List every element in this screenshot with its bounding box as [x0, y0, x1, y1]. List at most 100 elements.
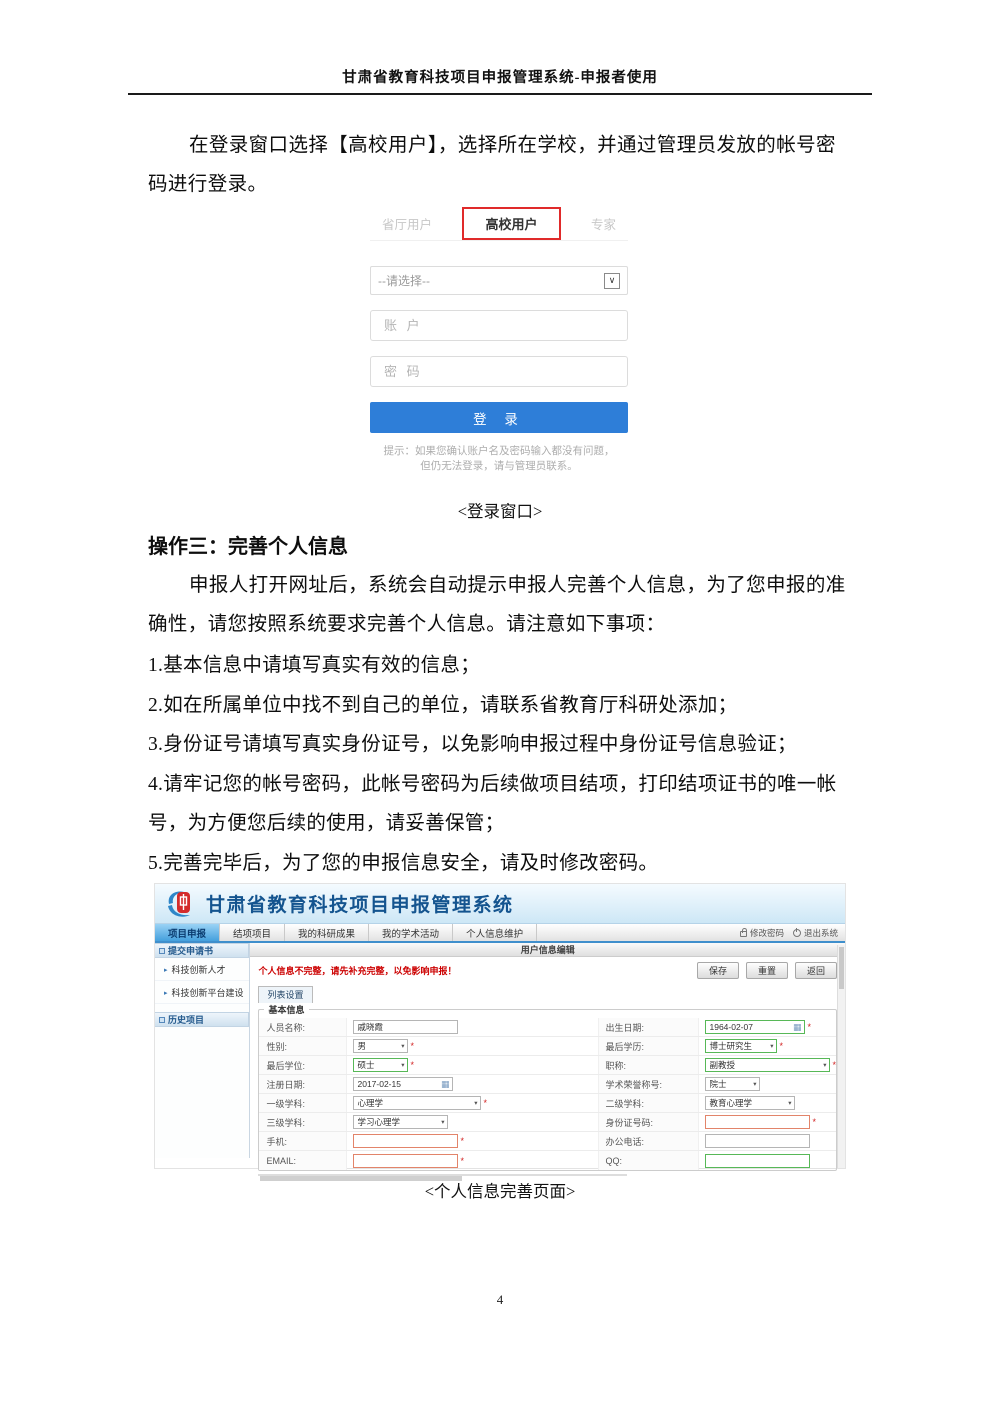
chevron-down-icon: ▾ [823, 1061, 826, 1069]
education-select[interactable]: 博士研究生 ▾ [705, 1039, 777, 1053]
triangle-bullet-icon: ▸ [164, 966, 168, 974]
logout-link[interactable]: 退出系统 [793, 927, 838, 939]
discipline3-select[interactable]: 学习心理学 ▾ [353, 1115, 448, 1129]
idcard-input[interactable] [705, 1115, 810, 1129]
discipline1-value: 心理学 [357, 1097, 383, 1109]
change-password-label: 修改密码 [750, 927, 784, 939]
reset-button[interactable]: 重置 [746, 962, 788, 979]
app-nav-bar: 项目申报 结项项目 我的科研成果 我的学术活动 个人信息维护 修改密码 退出系统 [155, 924, 845, 943]
form-row: 一级学科: 心理学 ▾ * 二级学科: 教育心理学 ▾ [259, 1094, 836, 1113]
field-label-office-phone: 办公电话: [599, 1132, 699, 1150]
nav-tab-project-closing[interactable]: 结项项目 [220, 924, 285, 941]
document-header-title: 甘肃省教育科技项目申报管理系统-申报者使用 [0, 66, 1000, 87]
nav-right-links: 修改密码 退出系统 [740, 924, 845, 941]
field-label-discipline2: 二级学科: [599, 1094, 699, 1112]
required-asterisk: * [832, 1060, 836, 1070]
sidebar-item-innovation-talent[interactable]: ▸ 科技创新人才 [155, 958, 249, 981]
nav-tab-personal-info[interactable]: 个人信息维护 [453, 924, 537, 941]
school-select[interactable]: --请选择-- ∨ [370, 266, 628, 295]
birthdate-input[interactable]: 1964-02-07 ▦ [705, 1020, 805, 1034]
office-phone-input[interactable] [705, 1134, 810, 1148]
note-item: 2.如在所属单位中找不到自己的单位，请联系省教育厅科研处添加； [148, 686, 860, 726]
discipline2-value: 教育心理学 [709, 1097, 752, 1109]
login-hint-line1: 提示：如果您确认账户名及密码输入都没有问题， [370, 444, 628, 459]
form-row: EMAIL: * QQ: [259, 1151, 836, 1170]
basic-info-legend: 基本信息 [264, 1003, 308, 1016]
note-item: 5.完善完毕后，为了您的申报信息安全，请及时修改密码。 [148, 844, 860, 884]
birthdate-value: 1964-02-07 [709, 1022, 752, 1032]
mobile-input[interactable] [353, 1134, 458, 1148]
nav-tab-project-apply[interactable]: 项目申报 [155, 924, 220, 941]
form-row: 最后学位: 硕士 ▾ * 职称: 副教授 ▾ * [259, 1056, 836, 1075]
discipline1-select[interactable]: 心理学 ▾ [353, 1096, 481, 1110]
field-label-honor: 学术荣誉称号: [599, 1075, 699, 1093]
change-password-link[interactable]: 修改密码 [740, 927, 784, 939]
login-hint-line2: 但仍无法登录，请与管理员联系。 [370, 459, 628, 474]
tab-university-user[interactable]: 高校用户 [462, 207, 560, 240]
calendar-icon[interactable]: ▦ [441, 1079, 450, 1090]
field-label-title: 职称: [599, 1056, 699, 1074]
panel-title: 用户信息编辑 [250, 943, 845, 957]
note-item: 1.基本信息中请填写真实有效的信息； [148, 646, 860, 686]
chevron-down-icon: ▾ [441, 1118, 444, 1126]
field-label-name: 人员名称: [259, 1018, 347, 1036]
note-item: 3.身份证号请填写真实身份证号，以免影响申报过程中身份证号信息验证； [148, 725, 860, 765]
title-value: 副教授 [709, 1059, 735, 1071]
field-label-discipline1: 一级学科: [259, 1094, 347, 1112]
user-info-panel: 用户信息编辑 个人信息不完整，请先补充完整，以免影响申报！ 保存 重置 返回 列… [250, 943, 845, 1158]
form-row: 人员名称: 戚晓霞 出生日期: 1964-02-07 ▦ * [259, 1018, 836, 1037]
password-input[interactable] [370, 356, 628, 387]
chevron-down-icon: ▾ [788, 1099, 791, 1107]
gender-select[interactable]: 男 ▾ [353, 1039, 408, 1053]
vertical-scrollbar[interactable] [837, 945, 845, 1168]
form-row: 注册日期: 2017-02-15 ▦ 学术荣誉称号: 院士 ▾ [259, 1075, 836, 1094]
profile-page-screenshot: 甘肃省教育科技项目申报管理系统 项目申报 结项项目 我的科研成果 我的学术活动 … [155, 884, 845, 1168]
nav-tab-academic-activities[interactable]: 我的学术活动 [369, 924, 453, 941]
back-button[interactable]: 返回 [795, 962, 837, 979]
honor-value: 院士 [709, 1078, 726, 1090]
login-button[interactable]: 登 录 [370, 402, 628, 433]
tab-province-user[interactable]: 省厅用户 [382, 214, 432, 233]
honor-select[interactable]: 院士 ▾ [705, 1077, 760, 1091]
incomplete-warning: 个人信息不完整，请先补充完整，以免影响申报！ [258, 964, 696, 977]
email-input[interactable] [353, 1154, 458, 1168]
sidebar-item-label: 科技创新人才 [172, 963, 226, 976]
calendar-icon[interactable]: ▦ [793, 1022, 802, 1033]
collapse-icon [159, 1017, 165, 1023]
required-asterisk: * [483, 1098, 487, 1108]
chevron-down-icon: ▾ [770, 1042, 773, 1050]
basic-info-fieldset: 基本信息 人员名称: 戚晓霞 出生日期: 1964-02-07 [258, 1003, 837, 1171]
required-asterisk: * [460, 1156, 464, 1166]
intro-paragraph: 在登录窗口选择【高校用户】，选择所在学校，并通过管理员发放的帐号密码进行登录。 [148, 126, 855, 204]
form-row: 性别: 男 ▾ * 最后学历: 博士研究生 ▾ * [259, 1037, 836, 1056]
sidebar-group-history[interactable]: 历史项目 [155, 1012, 249, 1027]
register-date-value: 2017-02-15 [357, 1079, 400, 1089]
page-number: 4 [0, 1292, 1000, 1308]
scrollbar-thumb[interactable] [839, 947, 844, 989]
field-label-email: EMAIL: [259, 1151, 347, 1170]
title-select[interactable]: 副教授 ▾ [705, 1058, 830, 1072]
sidebar-item-innovation-platform[interactable]: ▸ 科技创新平台建设 [155, 981, 249, 1004]
action-buttons: 保存 重置 返回 [697, 962, 837, 979]
field-label-degree: 最后学位: [259, 1056, 347, 1074]
tab-expert[interactable]: 专家 [591, 214, 616, 233]
tab-list-settings[interactable]: 列表设置 [258, 986, 312, 1003]
sidebar-group-submit[interactable]: 提交申请书 [155, 943, 249, 958]
app-content: 提交申请书 ▸ 科技创新人才 ▸ 科技创新平台建设 历史项目 用户信息编辑 [155, 943, 845, 1158]
logout-label: 退出系统 [804, 927, 838, 939]
name-input[interactable]: 戚晓霞 [353, 1020, 458, 1034]
section-heading: 操作三：完善个人信息 [148, 530, 348, 559]
register-date-input[interactable]: 2017-02-15 ▦ [353, 1077, 453, 1091]
chevron-down-icon[interactable]: ∨ [604, 273, 620, 289]
horizontal-scrollbar[interactable] [258, 1174, 627, 1176]
form-row: 手机: * 办公电话: [259, 1132, 836, 1151]
warning-row: 个人信息不完整，请先补充完整，以免影响申报！ 保存 重置 返回 [250, 957, 845, 982]
discipline2-select[interactable]: 教育心理学 ▾ [705, 1096, 795, 1110]
name-value: 戚晓霞 [357, 1021, 383, 1033]
nav-tab-research-results[interactable]: 我的科研成果 [285, 924, 369, 941]
document-page: 甘肃省教育科技项目申报管理系统-申报者使用 在登录窗口选择【高校用户】，选择所在… [0, 0, 1000, 1414]
degree-select[interactable]: 硕士 ▾ [353, 1058, 408, 1072]
qq-input[interactable] [705, 1154, 810, 1168]
account-input[interactable] [370, 310, 628, 341]
save-button[interactable]: 保存 [697, 962, 739, 979]
